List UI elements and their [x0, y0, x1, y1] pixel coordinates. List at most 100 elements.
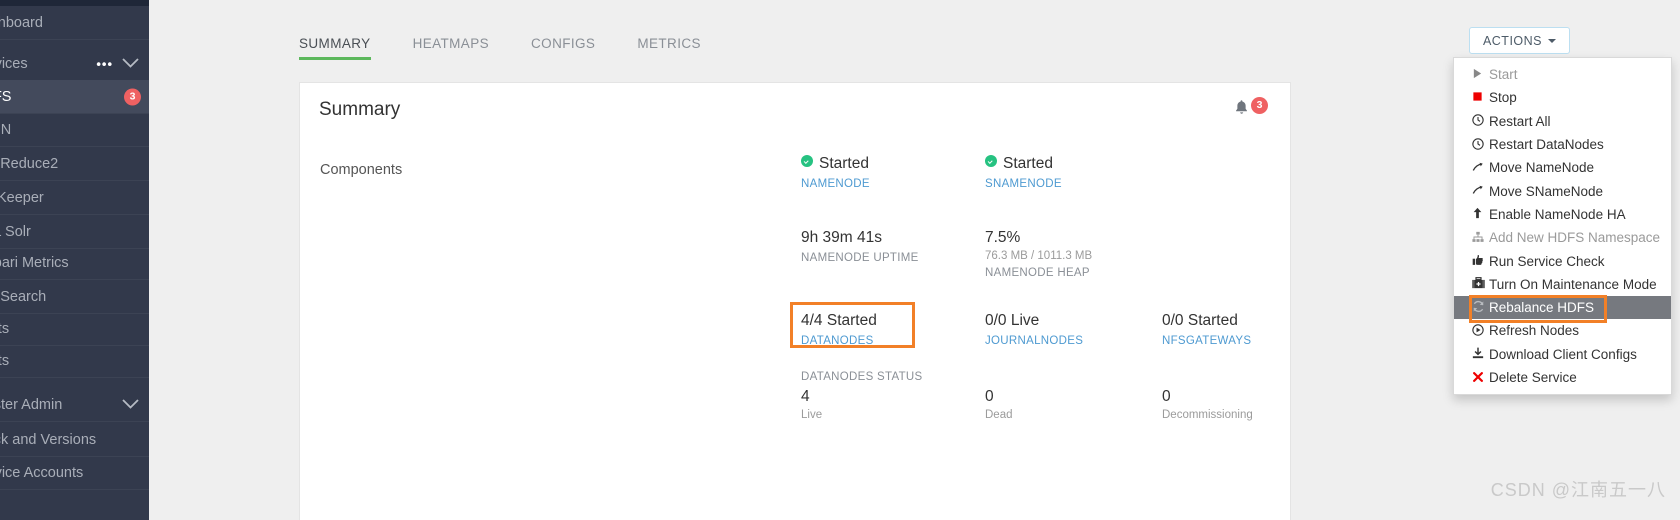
sidebar-item-service-accounts[interactable]: Service Accounts — [0, 456, 149, 489]
menu-item-label: Refresh Nodes — [1489, 323, 1580, 339]
datanodes-dead-label: Dead — [985, 409, 1013, 421]
menu-item-label: Add New HDFS Namespace — [1489, 230, 1661, 246]
arrow-move-icon — [1472, 161, 1489, 175]
menu-item-label: Start — [1489, 67, 1518, 83]
metric-namenode-heap: 7.5% 76.3 MB / 1011.3 MB NAMENODE HEAP — [985, 229, 1092, 279]
sidebar-item-label: Hosts — [0, 320, 10, 337]
menu-item-label: Restart All — [1489, 113, 1551, 129]
alert-count-badge: 3 — [1251, 97, 1268, 114]
sidebar-divider — [0, 39, 149, 40]
sidebar-item-zookeeper[interactable]: ZooKeeper — [0, 181, 149, 214]
menu-item-label: Rebalance HDFS — [1489, 300, 1595, 316]
metric-namenode-uptime-value: 9h 39m 41s — [801, 229, 882, 246]
sidebar-item-hdfs[interactable]: HDFS 3 — [0, 80, 149, 113]
alert-indicator[interactable]: 3 — [1234, 97, 1268, 116]
sidebar-item-label: Stack and Versions — [0, 431, 97, 448]
sidebar-item-ambari-metrics[interactable]: Ambari Metrics — [0, 246, 149, 279]
sidebar-divider — [0, 377, 149, 378]
menu-item-label: Restart DataNodes — [1489, 137, 1604, 153]
sidebar-item-services[interactable]: Services ••• — [0, 47, 149, 80]
page-title: Summary — [319, 99, 401, 120]
count-journalnodes-link[interactable]: JOURNALNODES — [985, 335, 1083, 347]
component-namenode-link[interactable]: NAMENODE — [801, 178, 870, 190]
medkit-icon — [1472, 277, 1489, 291]
sidebar-item-label: YARN — [0, 121, 12, 138]
datanodes-live-label: Live — [801, 409, 823, 421]
play-icon — [1472, 68, 1489, 81]
x-mark-icon — [1472, 371, 1489, 385]
chevron-down-icon[interactable] — [122, 57, 139, 70]
tab-summary[interactable]: SUMMARY — [299, 36, 371, 60]
count-journalnodes-value: 0/0 Live — [985, 312, 1040, 329]
sidebar-item-log-search[interactable]: Log Search — [0, 280, 149, 313]
check-circle-icon — [801, 155, 813, 167]
metric-namenode-uptime: 9h 39m 41s NAMENODE UPTIME — [801, 229, 919, 264]
datanodes-decommissioning-value: 0 — [1162, 388, 1171, 405]
sidebar-item-yarn[interactable]: YARN — [0, 113, 149, 146]
arrow-move-icon — [1472, 184, 1489, 198]
menu-item-label: Run Service Check — [1489, 253, 1605, 269]
sidebar-more-icon[interactable]: ••• — [96, 57, 113, 70]
datanodes-decommissioning-label: Decommissioning — [1162, 409, 1253, 421]
menu-item-label: Move SNameNode — [1489, 183, 1604, 199]
sidebar-item-label: Log Search — [0, 288, 47, 305]
components-label: Components — [320, 162, 403, 178]
component-snamenode: Started SNAMENODE — [985, 155, 1062, 190]
sidebar-item-stack-and-versions[interactable]: Stack and Versions — [0, 423, 149, 456]
download-icon — [1472, 347, 1489, 361]
menu-item-label: Delete Service — [1489, 370, 1577, 385]
menu-item-turn-on-maintenance-mode[interactable]: Turn On Maintenance Mode — [1454, 273, 1671, 296]
count-datanodes-value: 4/4 Started — [801, 312, 877, 329]
count-nfsgateways-link[interactable]: NFSGATEWAYS — [1162, 335, 1251, 347]
count-nfsgateways: 0/0 Started NFSGATEWAYS — [1162, 312, 1251, 347]
menu-item-start: Start — [1454, 63, 1671, 86]
sidebar-item-alerts[interactable]: Alerts — [0, 344, 149, 377]
actions-dropdown-menu: Start Stop Restart All Restart DataNodes Mov… — [1453, 57, 1672, 396]
sidebar-item-label: Dashboard — [0, 14, 43, 31]
sidebar-item-label: ZooKeeper — [0, 189, 44, 206]
arrow-up-icon — [1472, 207, 1489, 221]
menu-item-enable-namenode-ha[interactable]: Enable NameNode HA — [1454, 203, 1671, 226]
sidebar-item-label: Services — [0, 55, 28, 72]
summary-card: Summary 3 Components Started NAMENODE St… — [299, 82, 1291, 520]
menu-item-add-new-hdfs-namespace: Add New HDFS Namespace — [1454, 226, 1671, 249]
sidebar-item-infra-solr[interactable]: Infra Solr — [0, 215, 149, 248]
menu-item-refresh-nodes[interactable]: Refresh Nodes — [1454, 319, 1671, 342]
chevron-down-icon[interactable] — [122, 398, 139, 411]
sidebar-item-mapreduce2[interactable]: MapReduce2 — [0, 147, 149, 180]
sidebar-item-hosts[interactable]: Hosts — [0, 312, 149, 345]
count-datanodes-link[interactable]: DATANODES — [801, 335, 877, 347]
main-content: SUMMARY HEATMAPS CONFIGS METRICS ACTIONS Su… — [149, 0, 1680, 520]
menu-item-move-snamenode[interactable]: Move SNameNode — [1454, 179, 1671, 202]
menu-item-label: Stop — [1489, 90, 1517, 106]
tab-heatmaps[interactable]: HEATMAPS — [413, 36, 489, 60]
sidebar-item-label: Service Accounts — [0, 464, 84, 481]
check-circle-icon — [985, 155, 997, 167]
menu-item-label: Download Client Configs — [1489, 346, 1637, 362]
metric-namenode-uptime-label: NAMENODE UPTIME — [801, 252, 919, 264]
tab-bar: SUMMARY HEATMAPS CONFIGS METRICS — [299, 26, 743, 60]
menu-item-rebalance-hdfs[interactable]: Rebalance HDFS — [1454, 295, 1671, 320]
tab-metrics[interactable]: METRICS — [637, 36, 701, 60]
sidebar-divider — [0, 421, 149, 422]
sitemap-icon — [1472, 231, 1489, 245]
menu-item-download-client-configs[interactable]: Download Client Configs — [1454, 343, 1671, 366]
menu-item-restart-datanodes[interactable]: Restart DataNodes — [1454, 133, 1671, 156]
menu-item-restart-all[interactable]: Restart All — [1454, 110, 1671, 133]
sidebar-item-dashboard[interactable]: Dashboard — [0, 6, 149, 39]
component-snamenode-link[interactable]: SNAMENODE — [985, 178, 1062, 190]
stop-square-icon — [1472, 91, 1489, 104]
clock-icon — [1472, 137, 1489, 152]
menu-item-stop[interactable]: Stop — [1454, 86, 1671, 109]
sidebar: Dashboard Services ••• HDFS 3 YARN MapReduce2 Z… — [0, 0, 149, 520]
menu-item-move-namenode[interactable]: Move NameNode — [1454, 156, 1671, 179]
count-journalnodes: 0/0 Live JOURNALNODES — [985, 312, 1083, 347]
thumbs-up-icon — [1472, 254, 1489, 268]
tab-configs[interactable]: CONFIGS — [531, 36, 595, 60]
sidebar-item-cluster-admin[interactable]: Cluster Admin — [0, 388, 149, 421]
menu-item-delete-service[interactable]: Delete Service — [1454, 366, 1671, 389]
sidebar-item-label: Cluster Admin — [0, 396, 63, 413]
actions-button[interactable]: ACTIONS — [1468, 27, 1570, 54]
chevron-down-icon — [1548, 38, 1556, 43]
menu-item-run-service-check[interactable]: Run Service Check — [1454, 249, 1671, 272]
